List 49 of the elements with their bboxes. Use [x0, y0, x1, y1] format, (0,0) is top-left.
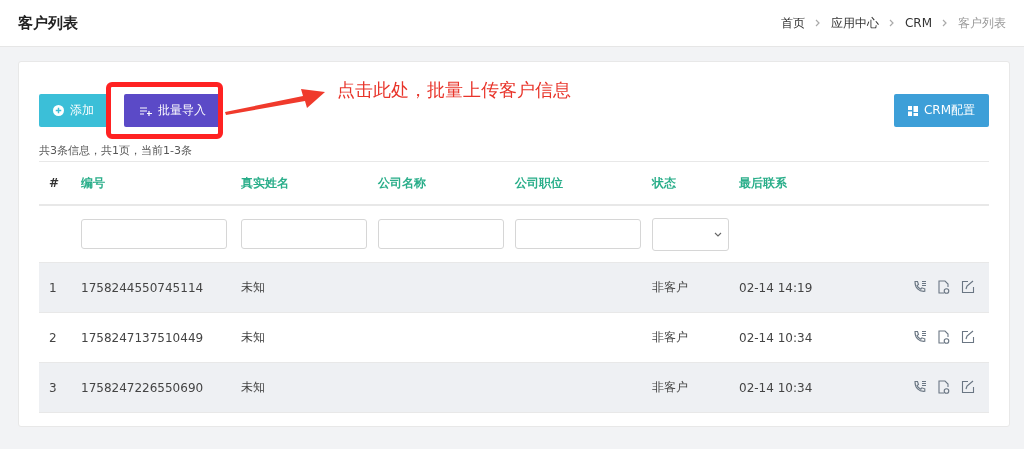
- last-contact: 02-14 10:34: [739, 380, 813, 395]
- summary-text: 共3条信息，共1页，当前1-3条: [39, 143, 193, 157]
- arrow-icon: [225, 86, 325, 116]
- phone-icon[interactable]: [913, 280, 927, 294]
- list-add-icon: [140, 105, 152, 116]
- status: 非客户: [652, 380, 688, 394]
- breadcrumb-link[interactable]: 应用中心: [830, 14, 879, 32]
- filter-input[interactable]: [515, 219, 641, 249]
- status: 非客户: [652, 330, 688, 344]
- filter-input[interactable]: [241, 219, 367, 249]
- document-icon[interactable]: [937, 380, 951, 395]
- status: 非客户: [652, 280, 688, 294]
- row-index: 1: [49, 280, 57, 295]
- chevron-icon: [888, 19, 895, 27]
- phone-icon[interactable]: [913, 330, 927, 344]
- column-header: 状态: [642, 161, 729, 205]
- row-index: 2: [49, 330, 57, 345]
- chevron-down-icon: [714, 231, 722, 237]
- real-name: 未知: [241, 380, 265, 394]
- column-header: 编号: [71, 161, 231, 205]
- edit-icon[interactable]: [961, 330, 975, 344]
- last-contact: 02-14 14:19: [739, 280, 813, 295]
- edit-icon[interactable]: [961, 280, 975, 294]
- column-header: #: [39, 161, 71, 205]
- real-name: 未知: [241, 330, 265, 344]
- customer-id: 1758247226550690: [81, 380, 204, 395]
- column-header: 最后联系: [729, 161, 829, 205]
- filter-input[interactable]: [81, 219, 227, 249]
- breadcrumb-link[interactable]: CRM: [904, 16, 932, 30]
- breadcrumb-link[interactable]: 首页: [780, 14, 805, 32]
- phone-icon[interactable]: [913, 380, 927, 394]
- chevron-icon: [942, 19, 948, 27]
- annotation-text: 点击此处，批量上传客户信息: [337, 78, 571, 102]
- column-header: 真实姓名: [231, 161, 368, 205]
- document-icon[interactable]: [937, 330, 951, 345]
- filter-input[interactable]: [378, 219, 504, 249]
- row-index: 3: [49, 380, 57, 395]
- chevron-icon: [814, 19, 821, 27]
- customer-id: 1758244550745114: [81, 280, 204, 295]
- document-icon[interactable]: [937, 280, 951, 295]
- grid-icon: [907, 105, 918, 116]
- customer-id: 1758247137510449: [81, 330, 204, 345]
- edit-icon[interactable]: [961, 380, 975, 394]
- last-contact: 02-14 10:34: [739, 330, 813, 345]
- plus-circle-icon: [53, 105, 64, 116]
- page-title: 客户列表: [18, 13, 78, 33]
- real-name: 未知: [241, 280, 265, 294]
- column-header: 公司职位: [505, 161, 642, 205]
- column-header: 公司名称: [368, 161, 505, 205]
